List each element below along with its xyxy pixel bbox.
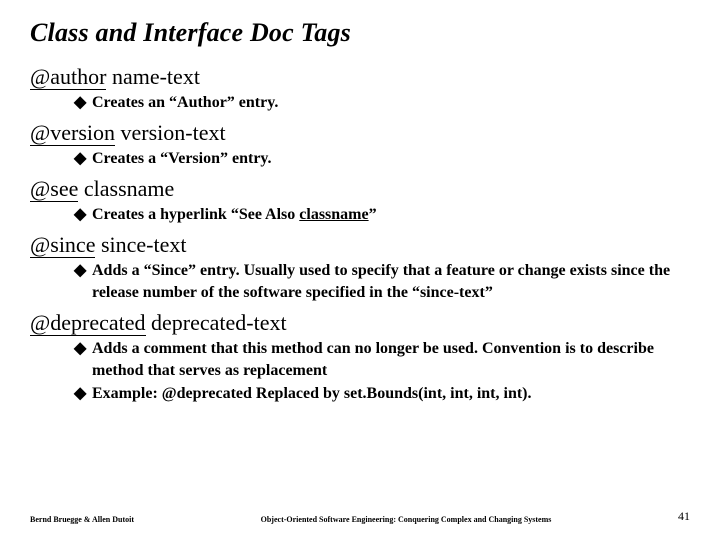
footer-left: Bernd Bruegge & Allen Dutoit bbox=[30, 515, 134, 524]
tag-deprecated-rest: deprecated-text bbox=[146, 310, 287, 335]
list-item-text: Adds a comment that this method can no l… bbox=[92, 340, 654, 379]
tag-author-list: ◆ Creates an “Author” entry. bbox=[30, 92, 690, 114]
tag-since: @since since-text bbox=[30, 232, 690, 258]
tag-deprecated-list: ◆ Adds a comment that this method can no… bbox=[30, 338, 690, 405]
list-item: ◆ Creates an “Author” entry. bbox=[74, 92, 690, 114]
see-classname: classname bbox=[299, 206, 368, 223]
list-item: ◆ Example: @deprecated Replaced by set.B… bbox=[74, 383, 690, 405]
list-item-text: Creates a “Version” entry. bbox=[92, 150, 272, 167]
tag-version-list: ◆ Creates a “Version” entry. bbox=[30, 148, 690, 170]
tag-version-at: @version bbox=[30, 120, 115, 146]
diamond-icon: ◆ bbox=[74, 338, 86, 360]
diamond-icon: ◆ bbox=[74, 148, 86, 170]
footer: Bernd Bruegge & Allen Dutoit Object-Orie… bbox=[0, 509, 720, 524]
list-item: ◆ Adds a comment that this method can no… bbox=[74, 338, 690, 381]
tag-author-rest: name-text bbox=[106, 64, 199, 89]
footer-center: Object-Oriented Software Engineering: Co… bbox=[134, 515, 678, 524]
diamond-icon: ◆ bbox=[74, 204, 86, 226]
tag-author-at: @author bbox=[30, 64, 106, 90]
tag-since-rest: since-text bbox=[95, 232, 186, 257]
list-item-text: Adds a “Since” entry. Usually used to sp… bbox=[92, 262, 670, 301]
slide: Class and Interface Doc Tags @author nam… bbox=[0, 0, 720, 540]
tag-version: @version version-text bbox=[30, 120, 690, 146]
tag-author: @author name-text bbox=[30, 64, 690, 90]
tag-version-rest: version-text bbox=[115, 120, 226, 145]
tag-see: @see classname bbox=[30, 176, 690, 202]
list-item-text: Creates an “Author” entry. bbox=[92, 94, 278, 111]
diamond-icon: ◆ bbox=[74, 383, 86, 405]
diamond-icon: ◆ bbox=[74, 260, 86, 282]
tag-deprecated-at: @deprecated bbox=[30, 310, 146, 336]
list-item-text: Example: @deprecated Replaced by set.Bou… bbox=[92, 385, 532, 402]
list-item: ◆ Adds a “Since” entry. Usually used to … bbox=[74, 260, 690, 303]
tag-see-list: ◆ Creates a hyperlink “See Also classnam… bbox=[30, 204, 690, 226]
tag-since-at: @since bbox=[30, 232, 95, 258]
page-number: 41 bbox=[678, 509, 690, 524]
tag-since-list: ◆ Adds a “Since” entry. Usually used to … bbox=[30, 260, 690, 303]
list-item: ◆ Creates a “Version” entry. bbox=[74, 148, 690, 170]
see-prefix: Creates a hyperlink “See Also bbox=[92, 206, 299, 223]
list-item: ◆ Creates a hyperlink “See Also classnam… bbox=[74, 204, 690, 226]
tag-see-at: @see bbox=[30, 176, 78, 202]
tag-see-rest: classname bbox=[78, 176, 174, 201]
tag-deprecated: @deprecated deprecated-text bbox=[30, 310, 690, 336]
list-item-text: Creates a hyperlink “See Also classname” bbox=[92, 206, 377, 223]
diamond-icon: ◆ bbox=[74, 92, 86, 114]
see-suffix: ” bbox=[369, 206, 377, 223]
slide-title: Class and Interface Doc Tags bbox=[30, 18, 690, 48]
